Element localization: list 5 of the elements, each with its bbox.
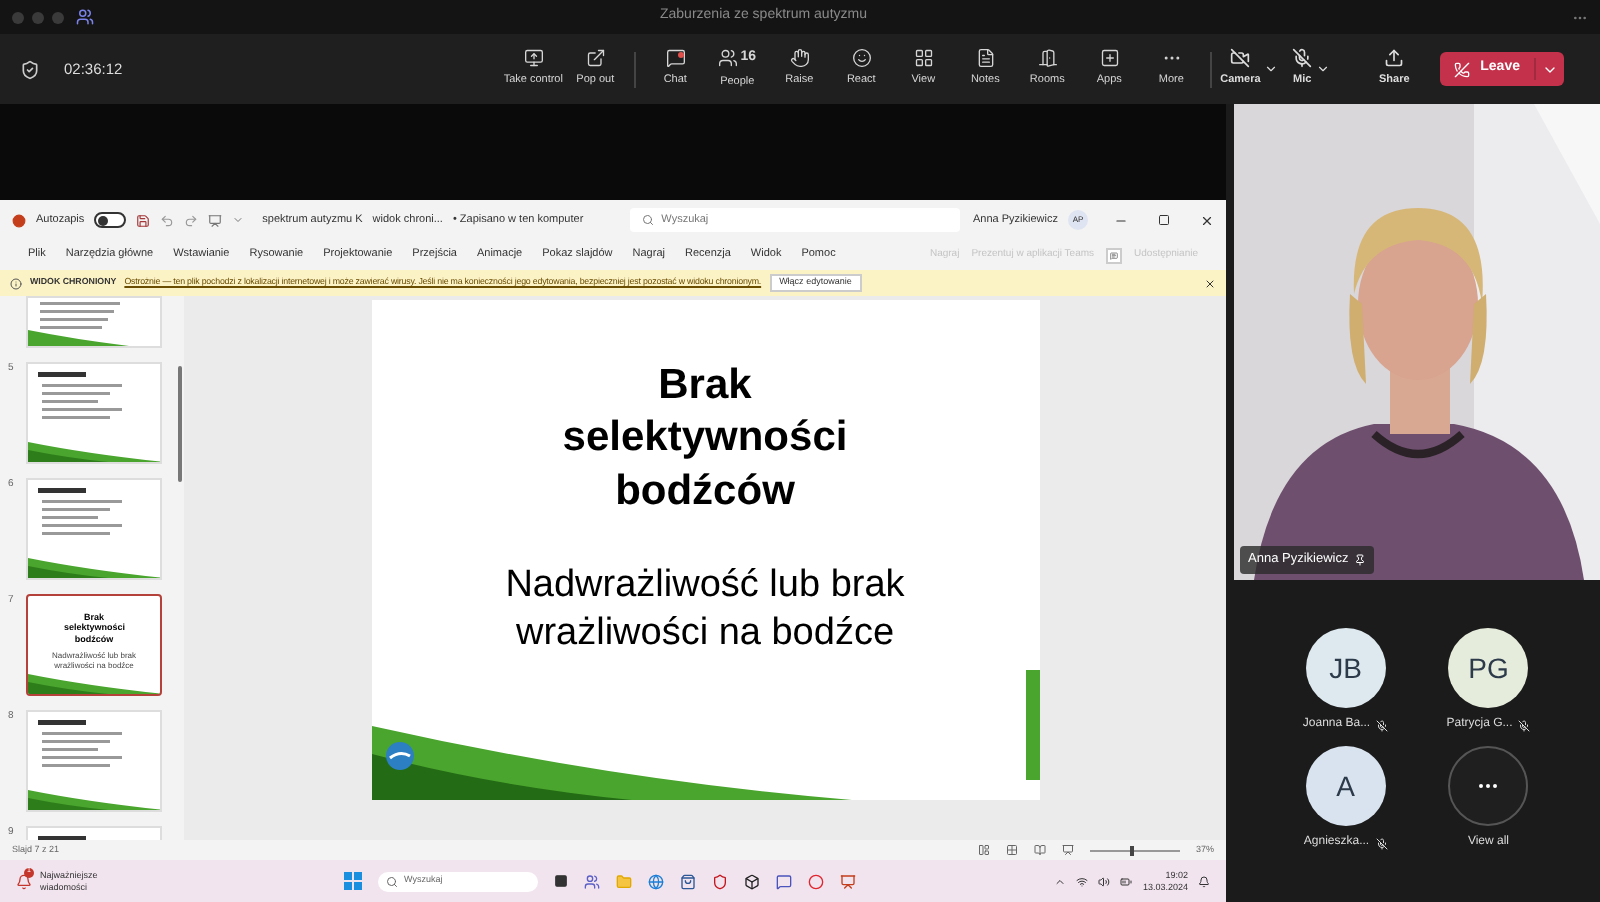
participant-avatar[interactable]: A (1305, 746, 1386, 826)
participant-avatar[interactable]: JB (1305, 628, 1386, 708)
participant-avatar[interactable]: PG (1448, 628, 1529, 708)
slide-title: Brak selektywności bodźców (560, 360, 850, 517)
slide-body: Nadwrażliwość lub brak wrażliwości na bodźce (503, 561, 907, 659)
